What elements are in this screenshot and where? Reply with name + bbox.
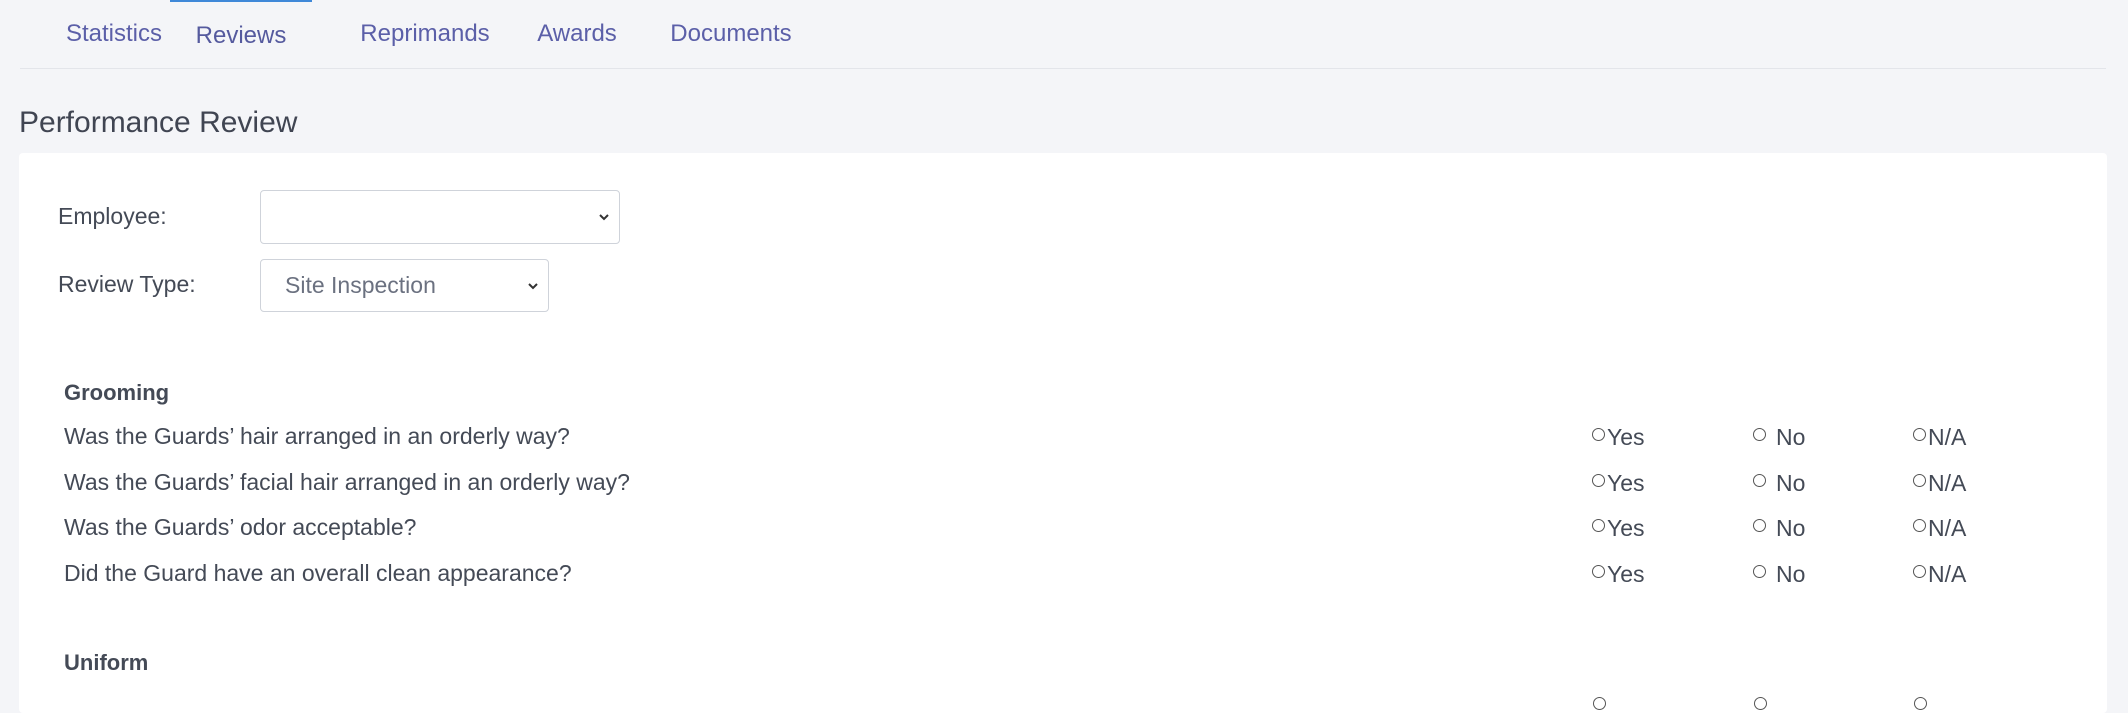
radio-button[interactable]: [1913, 565, 1926, 578]
section-title-grooming: Grooming: [64, 380, 170, 405]
radio-button[interactable]: [1753, 428, 1766, 441]
section-title-uniform: Uniform: [64, 650, 149, 675]
radio-label: No: [1776, 470, 1806, 496]
tab-reviews[interactable]: Reviews: [170, 0, 312, 68]
radio-label: No: [1776, 515, 1806, 541]
radio-label: Yes: [1607, 515, 1645, 541]
radio-label: Yes: [1607, 561, 1645, 587]
radio-button[interactable]: [1592, 519, 1605, 532]
radio-button[interactable]: [1913, 519, 1926, 532]
review-type-select-value: Site Inspection: [285, 272, 436, 298]
employee-label: Employee:: [58, 203, 167, 229]
chevron-down-icon: [599, 214, 609, 221]
radio-partial: [1914, 697, 1927, 710]
radio-button[interactable]: [1592, 474, 1605, 487]
na-option[interactable]: N/A: [1913, 515, 1966, 542]
tab-bar: Statistics Reviews Reprimands Awards Doc…: [20, 0, 2106, 69]
radio-label: N/A: [1928, 470, 1967, 496]
review-type-select[interactable]: Site Inspection: [260, 259, 549, 312]
chevron-down-icon: [528, 282, 538, 289]
na-option[interactable]: N/A: [1913, 561, 1966, 588]
radio-button[interactable]: [1592, 565, 1605, 578]
radio-label: Yes: [1607, 424, 1645, 450]
yes-option[interactable]: Yes: [1592, 470, 1645, 497]
tab-documents[interactable]: Documents: [656, 0, 806, 68]
page-title: Performance Review: [19, 106, 298, 139]
review-type-label: Review Type:: [58, 271, 196, 297]
no-option[interactable]: No: [1753, 561, 1805, 588]
radio-label: N/A: [1928, 515, 1967, 541]
radio-button[interactable]: [1913, 474, 1926, 487]
yes-option[interactable]: Yes: [1592, 515, 1645, 542]
review-form-panel: Employee: Review Type: Site Inspection G…: [19, 153, 2107, 713]
no-option[interactable]: No: [1753, 470, 1805, 497]
radio-label: No: [1776, 561, 1806, 587]
tab-reprimands[interactable]: Reprimands: [332, 0, 518, 68]
question-text: Was the Guards’ odor acceptable?: [64, 514, 417, 540]
radio-label: No: [1776, 424, 1806, 450]
yes-option[interactable]: Yes: [1592, 561, 1645, 588]
no-option[interactable]: No: [1753, 515, 1805, 542]
question-text: Was the Guards’ facial hair arranged in …: [64, 469, 630, 495]
radio-button[interactable]: [1753, 474, 1766, 487]
na-option[interactable]: N/A: [1913, 424, 1966, 451]
question-text: Was the Guards’ hair arranged in an orde…: [64, 423, 570, 449]
no-option[interactable]: No: [1753, 424, 1805, 451]
radio-label: N/A: [1928, 561, 1967, 587]
radio-label: N/A: [1928, 424, 1967, 450]
radio-button[interactable]: [1913, 428, 1926, 441]
radio-button[interactable]: [1753, 519, 1766, 532]
tab-awards[interactable]: Awards: [522, 0, 632, 68]
radio-button[interactable]: [1592, 428, 1605, 441]
radio-partial: [1593, 697, 1606, 710]
na-option[interactable]: N/A: [1913, 470, 1966, 497]
radio-label: Yes: [1607, 470, 1645, 496]
tab-statistics[interactable]: Statistics: [46, 0, 182, 68]
employee-select[interactable]: [260, 190, 620, 244]
yes-option[interactable]: Yes: [1592, 424, 1645, 451]
radio-button[interactable]: [1753, 565, 1766, 578]
question-text: Did the Guard have an overall clean appe…: [64, 560, 572, 586]
radio-partial: [1754, 697, 1767, 710]
